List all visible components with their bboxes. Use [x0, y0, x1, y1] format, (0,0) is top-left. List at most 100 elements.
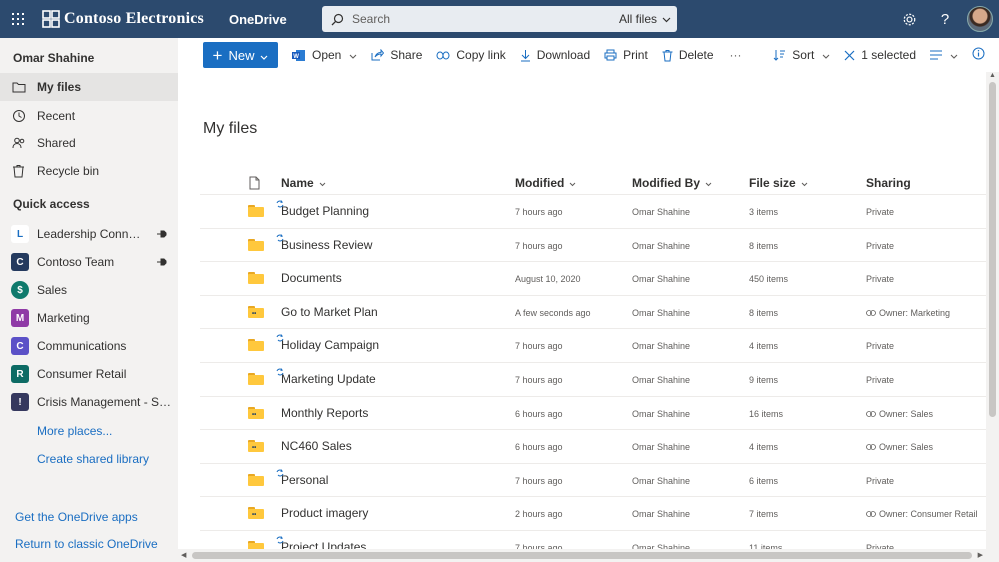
modified-date: 2 hours ago [515, 509, 563, 520]
more-actions-button[interactable]: ··· [730, 38, 742, 72]
link-icon [866, 444, 876, 451]
pin-icon[interactable] [156, 228, 168, 242]
share-button[interactable]: Share [371, 38, 422, 72]
help-button[interactable]: ? [927, 0, 963, 38]
modified-by-column-header[interactable]: Modified By [632, 176, 712, 190]
modified-by: Omar Shahine [632, 408, 691, 419]
brand[interactable]: Contoso Electronics [42, 10, 204, 28]
get-onedrive-apps-link[interactable]: Get the OneDrive apps [15, 510, 138, 524]
suite-bar: Contoso Electronics OneDrive Search All … [0, 0, 999, 38]
quick-access-communications[interactable]: C Communications [0, 332, 178, 360]
file-name[interactable]: Product imagery [281, 506, 368, 520]
scroll-left-icon[interactable]: ◀ [181, 551, 186, 559]
copy-link-button[interactable]: Copy link [436, 38, 506, 72]
sort-button[interactable]: Sort [773, 38, 830, 72]
modified-by: Omar Shahine [632, 375, 691, 385]
scroll-right-icon[interactable]: ▶ [978, 551, 983, 559]
quick-access-label: Communications [37, 339, 127, 353]
chevron-down-icon [705, 176, 712, 190]
search-box[interactable]: Search All files [322, 6, 677, 32]
sharing-status: Private [866, 241, 894, 251]
table-row[interactable]: Personal 7 hours ago Omar Shahine 6 items Pr… [200, 462, 986, 497]
search-scope-dropdown[interactable]: All files [619, 12, 671, 26]
more-places-link[interactable]: More places... [37, 424, 112, 438]
sharing-status: Private [866, 375, 894, 385]
create-shared-library-link[interactable]: Create shared library [37, 452, 149, 466]
info-button[interactable] [972, 38, 985, 72]
return-to-classic-link[interactable]: Return to classic OneDrive [15, 537, 158, 551]
clear-selection-button[interactable]: 1 selected [844, 38, 916, 72]
vertical-scrollbar[interactable]: ▲ [986, 72, 999, 562]
quick-access-label: Crisis Management - Site ... [37, 395, 172, 409]
sort-label: Sort [792, 48, 815, 62]
new-button[interactable]: + New [203, 42, 278, 68]
file-name[interactable]: Marketing Update [281, 372, 376, 386]
shared-folder-badge: •• [252, 512, 257, 519]
search-input[interactable]: Search [352, 12, 619, 26]
table-row[interactable]: •• Go to Market Plan A few seconds ago Omar… [200, 294, 986, 329]
app-launcher-button[interactable] [0, 0, 36, 38]
scroll-up-icon[interactable]: ▲ [989, 72, 996, 79]
nav-item-shared[interactable]: Shared [0, 129, 178, 157]
quick-access-crisis-management[interactable]: ! Crisis Management - Site ... [0, 388, 178, 416]
modified-date: 7 hours ago [515, 475, 563, 486]
file-size: 6 items [749, 475, 779, 486]
nav-item-recycle-bin[interactable]: Recycle bin [0, 157, 178, 185]
open-button[interactable]: W Open [292, 38, 357, 72]
sharing-label: Owner: Consumer Retail [879, 509, 978, 520]
print-button[interactable]: Print [604, 38, 648, 72]
file-name[interactable]: Personal [281, 473, 328, 487]
table-row[interactable]: •• NC460 Sales 6 hours ago Omar Shahine 4 it… [200, 429, 986, 463]
file-name[interactable]: Monthly Reports [281, 406, 368, 420]
delete-button[interactable]: Delete [662, 38, 714, 72]
delete-label: Delete [678, 48, 714, 62]
name-column-label: Name [281, 176, 314, 190]
modified-date: 7 hours ago [515, 207, 563, 217]
quick-access-label: Consumer Retail [37, 367, 127, 381]
modified-column-header[interactable]: Modified [515, 176, 576, 190]
link-icon [866, 309, 876, 316]
vertical-scroll-thumb[interactable] [989, 82, 996, 417]
table-row[interactable]: •• Monthly Reports 6 hours ago Omar Shahine… [200, 395, 986, 430]
table-row[interactable]: Budget Planning 7 hours ago Omar Shahine 3 … [200, 194, 986, 228]
chevron-down-icon [569, 176, 576, 190]
quick-access-contoso-team[interactable]: C Contoso Team [0, 248, 178, 276]
nav-item-my-files[interactable]: My files [0, 73, 178, 101]
file-name[interactable]: Documents [281, 271, 342, 285]
file-name[interactable]: Go to Market Plan [281, 305, 378, 319]
view-options-button[interactable] [930, 38, 958, 72]
site-icon: ! [11, 393, 29, 411]
quick-access-sales[interactable]: $ Sales [0, 276, 178, 304]
table-row[interactable]: Marketing Update 7 hours ago Omar Shahine 9… [200, 362, 986, 396]
name-column-header[interactable]: Name [281, 176, 326, 190]
modified-date: August 10, 2020 [515, 274, 581, 285]
pin-icon[interactable] [156, 256, 168, 270]
trash-icon [662, 49, 673, 62]
print-label: Print [623, 48, 648, 62]
file-name[interactable]: Business Review [281, 238, 372, 252]
file-size-column-header[interactable]: File size [749, 176, 808, 190]
quick-access-marketing[interactable]: M Marketing [0, 304, 178, 332]
file-name[interactable]: Budget Planning [281, 204, 369, 218]
sort-icon [773, 49, 786, 61]
sharing-column-header[interactable]: Sharing [866, 176, 911, 190]
quick-access-leadership[interactable]: L Leadership Connec... [0, 220, 178, 248]
settings-button[interactable] [891, 0, 927, 38]
download-button[interactable]: Download [520, 38, 590, 72]
link-icon [436, 51, 450, 60]
app-name[interactable]: OneDrive [229, 12, 287, 27]
file-name[interactable]: NC460 Sales [281, 439, 352, 453]
sharing-label: Private [866, 475, 895, 486]
table-row[interactable]: Holiday Campaign 7 hours ago Omar Shahine 4… [200, 328, 986, 362]
nav-item-recent[interactable]: Recent [0, 102, 178, 130]
table-row[interactable]: Business Review 7 hours ago Omar Shahine 8 … [200, 227, 986, 262]
horizontal-scroll-thumb[interactable] [192, 552, 972, 559]
horizontal-scrollbar[interactable]: ◀ ▶ [178, 549, 986, 562]
quick-access-consumer-retail[interactable]: R Consumer Retail [0, 360, 178, 388]
file-name[interactable]: Holiday Campaign [281, 338, 379, 352]
table-row[interactable]: •• Product imagery 2 hours ago Omar Shahine… [200, 496, 986, 530]
user-avatar[interactable] [967, 6, 993, 32]
shared-folder-badge: •• [252, 411, 257, 418]
table-row[interactable]: Documents August 10, 2020 Omar Shahine 450 … [200, 261, 986, 295]
file-type-column-header[interactable] [249, 176, 260, 190]
